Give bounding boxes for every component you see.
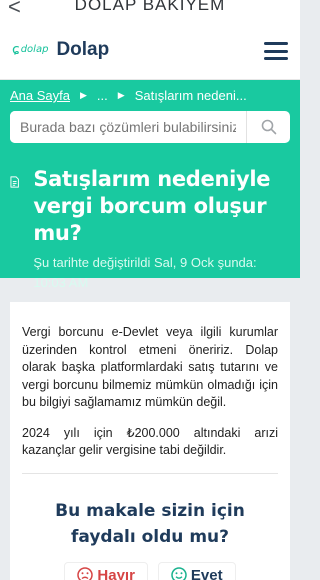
- logo-badge: ɕ dolap: [12, 42, 48, 58]
- feedback-section: Bu makale sizin için faydalı oldu mu? Ha…: [22, 498, 278, 580]
- breadcrumb-search-area: Ana Sayfa ▶ ... ▶ Satışlarım nedeni...: [0, 80, 300, 148]
- logo-text: Dolap: [56, 38, 110, 60]
- feedback-yes-button[interactable]: Evet: [157, 561, 236, 580]
- breadcrumb: Ana Sayfa ▶ ... ▶ Satışlarım nedeni...: [10, 88, 290, 103]
- article-header: Satışlarım nedeniyle vergi borcum oluşur…: [0, 148, 300, 290]
- feedback-yes-label: Evet: [190, 566, 223, 580]
- top-status-bar: < DOLAP BAKIYEM: [0, 0, 300, 20]
- article-heading-block: Satışlarım nedeniyle vergi borcum oluşur…: [33, 166, 282, 290]
- breadcrumb-separator-icon: ▶: [80, 90, 87, 100]
- screen-title: DOLAP BAKIYEM: [74, 0, 226, 14]
- search-icon: [261, 119, 276, 135]
- article-title: Satışlarım nedeniyle vergi borcum oluşur…: [33, 167, 271, 245]
- breadcrumb-middle-link[interactable]: ...: [97, 88, 108, 103]
- breadcrumb-current: Satışlarım nedeni...: [134, 88, 247, 103]
- breadcrumb-separator-icon: ▶: [117, 90, 125, 100]
- logo[interactable]: ɕ dolap Dolap: [12, 39, 109, 61]
- feedback-buttons: Hayır Evet: [22, 561, 278, 580]
- document-icon: [10, 176, 19, 188]
- happy-face-icon: [171, 567, 187, 580]
- feedback-no-label: Hayır: [97, 566, 135, 580]
- sad-face-icon: [77, 567, 94, 580]
- divider: [22, 472, 278, 474]
- article-paragraph: 2024 yılı için ₺200.000 altındaki arızi …: [22, 425, 278, 458]
- search-input[interactable]: [10, 111, 246, 143]
- back-arrow-icon[interactable]: <: [8, 0, 21, 20]
- site-header: ɕ dolap Dolap: [0, 20, 300, 80]
- search-button[interactable]: [246, 111, 290, 143]
- feedback-question: Bu makale sizin için faydalı oldu mu?: [55, 500, 245, 547]
- breadcrumb-home-link[interactable]: Ana Sayfa: [10, 88, 70, 103]
- logo-badge-text: dolap: [20, 44, 49, 55]
- logo-swirl-icon: ɕ: [12, 41, 20, 58]
- article-updated-date: Şu tarihte değiştirildi Sal, 9 Ock şunda…: [33, 255, 257, 290]
- search-bar: [10, 111, 290, 143]
- feedback-no-button[interactable]: Hayır: [64, 561, 148, 580]
- article-paragraph: Vergi borcunu e-Devlet veya ilgili kurum…: [22, 325, 278, 409]
- hamburger-menu-icon[interactable]: [264, 42, 288, 60]
- article-card: Vergi borcunu e-Devlet veya ilgili kurum…: [10, 302, 290, 580]
